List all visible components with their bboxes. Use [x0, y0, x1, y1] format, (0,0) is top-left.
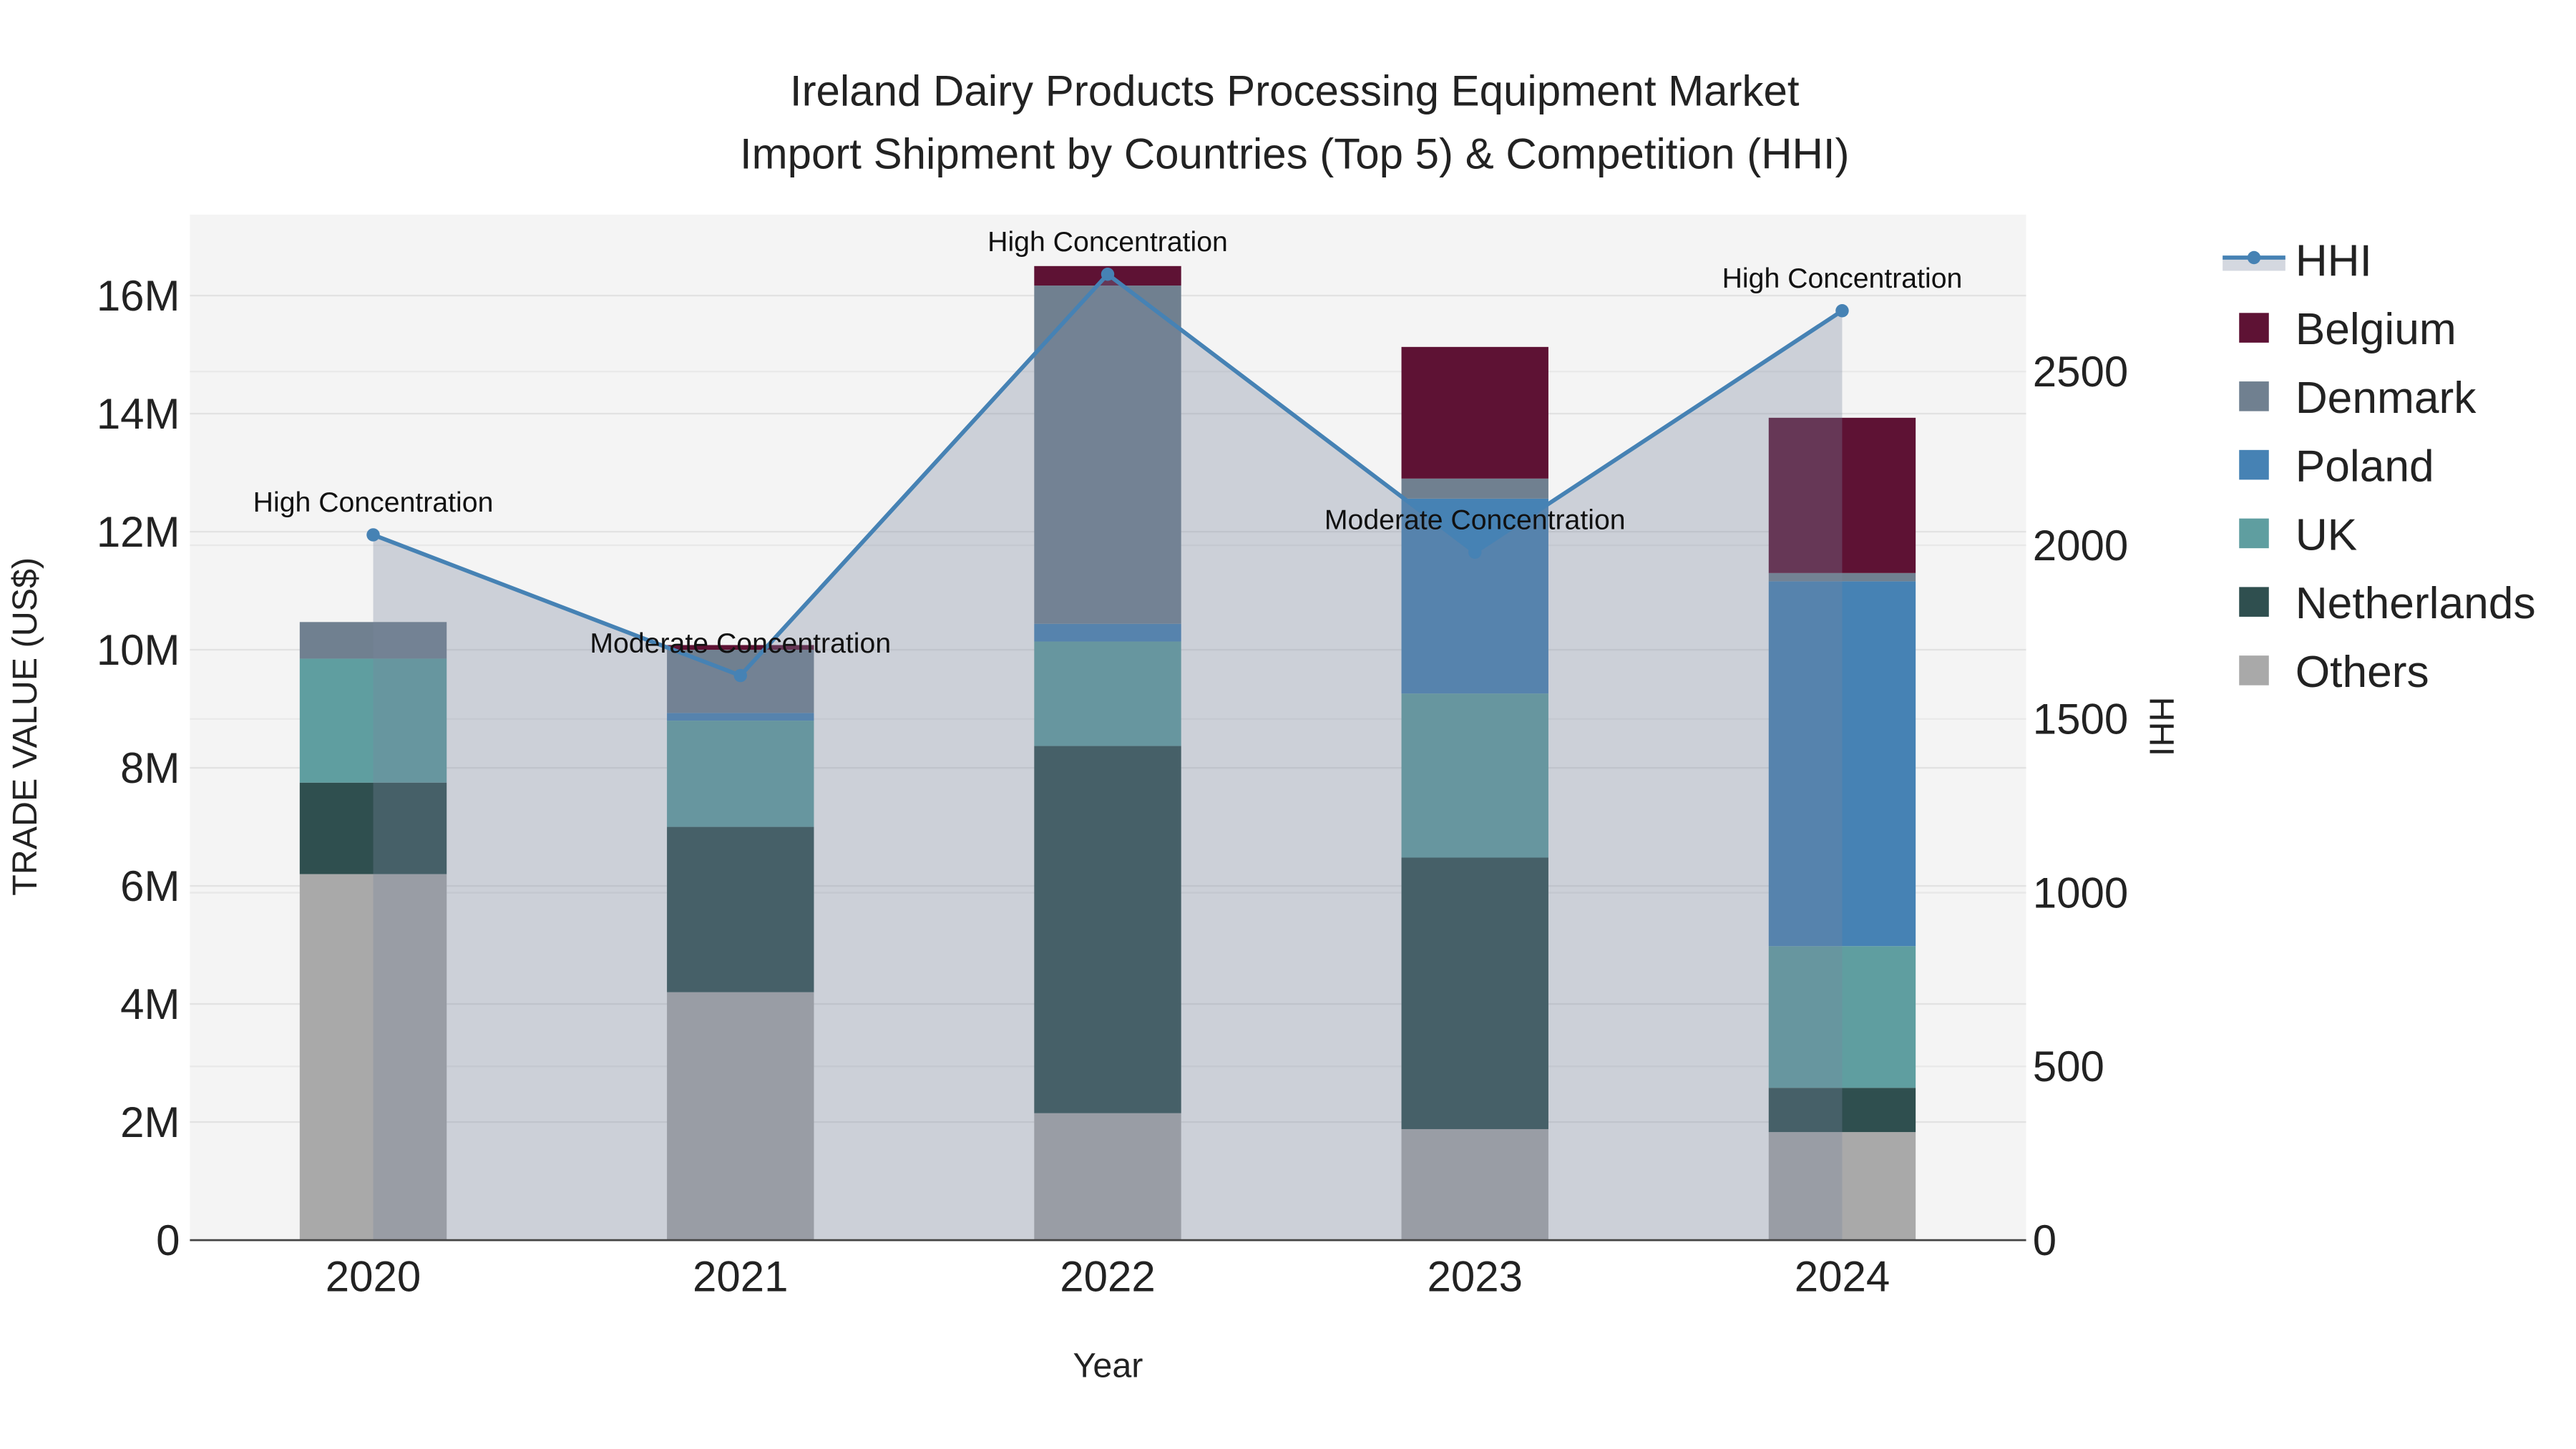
x-tick-label: 2024: [1795, 1253, 1890, 1301]
legend-swatch-hhi-marker: [2247, 250, 2261, 265]
legend-swatch-denmark: [2239, 381, 2269, 411]
legend-swatch-poland: [2239, 449, 2269, 480]
x-tick-label: 2020: [326, 1253, 421, 1301]
hhi-point-2020: [366, 528, 380, 542]
hhi-annotation: Moderate Concentration: [590, 628, 891, 659]
legend-swatch-belgium: [2239, 313, 2269, 343]
y-tick-label: 8M: [120, 744, 180, 792]
hhi-annotation: High Concentration: [253, 487, 494, 518]
hhi-annotation: High Concentration: [987, 226, 1228, 258]
legend-swatch-uk: [2239, 518, 2269, 549]
y-tick-label: 10M: [97, 626, 180, 674]
legend-label-belgium: Belgium: [2296, 305, 2457, 354]
y-tick-label: 12M: [97, 508, 180, 556]
x-tick-label: 2021: [693, 1253, 788, 1301]
bar-denmark-2023: [1401, 478, 1548, 499]
hhi-annotation: Moderate Concentration: [1324, 504, 1626, 535]
chart-title-line1: Ireland Dairy Products Processing Equipm…: [790, 67, 1800, 115]
legend-label-netherlands: Netherlands: [2296, 579, 2536, 628]
legend-label-poland: Poland: [2296, 442, 2434, 492]
y2-tick-label: 2000: [2033, 522, 2128, 570]
hhi-point-2023: [1468, 545, 1482, 559]
hhi-annotation: High Concentration: [1722, 263, 1963, 294]
y2-tick-label: 1500: [2033, 696, 2128, 743]
legend-label-hhi: HHI: [2296, 236, 2372, 286]
legend-label-denmark: Denmark: [2296, 374, 2477, 423]
y2-axis-label: HHI: [2142, 697, 2181, 756]
hhi-point-2024: [1835, 304, 1849, 318]
chart: 0 2M 4M 6M 8M 10M 12M 14M 16M 0 500 1000 1500 2000 250…: [6, 67, 2536, 1385]
x-axis-label: Year: [1073, 1347, 1143, 1385]
bar-belgium-2023: [1401, 346, 1548, 479]
y-tick-label: 2M: [120, 1098, 180, 1146]
y-tick-label: 4M: [120, 980, 180, 1028]
legend-swatch-others: [2239, 655, 2269, 686]
legend: HHI Belgium Denmark Poland UK Netherlands Othe…: [2223, 236, 2536, 697]
x-tick-label: 2023: [1427, 1253, 1522, 1301]
legend-swatch-netherlands: [2239, 587, 2269, 617]
y2-tick-label: 500: [2033, 1043, 2104, 1091]
y2-tick-label: 1000: [2033, 869, 2128, 917]
hhi-point-2021: [733, 668, 747, 683]
x-tick-label: 2022: [1060, 1253, 1155, 1301]
y2-tick-label: 2500: [2033, 348, 2128, 396]
y-tick-label: 16M: [97, 272, 180, 320]
hhi-point-2022: [1101, 268, 1115, 281]
legend-label-uk: UK: [2296, 510, 2358, 560]
y-tick-label: 14M: [97, 390, 180, 438]
y-tick-label: 6M: [120, 862, 180, 910]
y2-tick-label: 0: [2033, 1216, 2057, 1264]
legend-label-others: Others: [2296, 648, 2429, 697]
chart-title-line2: Import Shipment by Countries (Top 5) & C…: [740, 130, 1850, 177]
y-tick-label: 0: [156, 1216, 180, 1264]
y-axis-label: TRADE VALUE (US$): [6, 557, 44, 896]
